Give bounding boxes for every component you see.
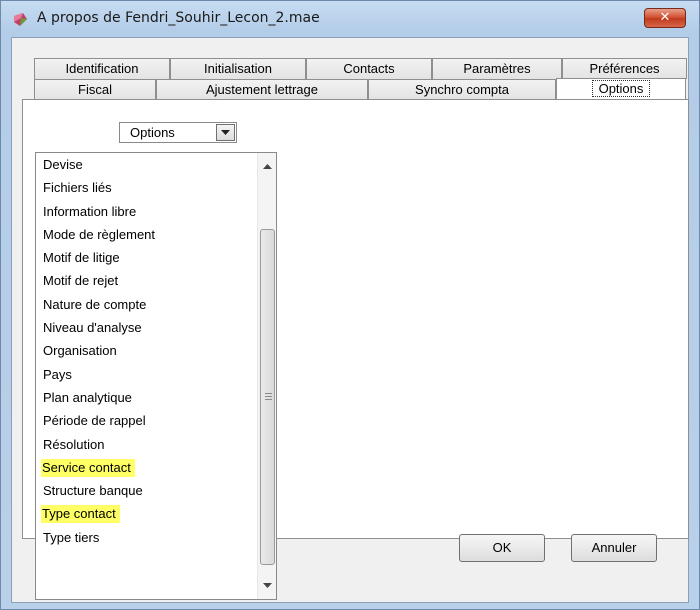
tab-options-label: Options (591, 80, 651, 97)
ok-button[interactable]: OK (459, 534, 545, 562)
scroll-up-icon[interactable] (263, 163, 272, 169)
about-dialog-window: A propos de Fendri_Souhir_Lecon_2.mae ✕ … (0, 0, 700, 610)
tab-synchro-compta[interactable]: Synchro compta (368, 79, 556, 100)
list-item-label: Motif de litige (43, 250, 120, 266)
list-item[interactable]: Motif de litige (36, 246, 258, 269)
tab-parametres[interactable]: Paramètres (432, 58, 562, 79)
list-item[interactable]: Fichiers liés (36, 176, 258, 199)
list-item[interactable]: Nature de compte (36, 293, 258, 316)
list-item-label: Service contact (41, 458, 135, 477)
list-item[interactable]: Devise (36, 153, 258, 176)
list-item[interactable]: Type contact (36, 502, 258, 525)
list-item[interactable]: Période de rappel (36, 409, 258, 432)
app-icon (14, 13, 27, 26)
options-dropdown[interactable]: Options (119, 122, 237, 143)
chevron-down-icon (221, 130, 230, 135)
list-item[interactable]: Organisation (36, 339, 258, 362)
list-item-label: Information libre (43, 203, 137, 219)
vertical-scrollbar[interactable] (257, 153, 276, 599)
options-list: Devise Fichiers liés Information libre Mode… (36, 153, 258, 549)
list-item-label: Niveau d'analyse (43, 320, 142, 336)
list-item-label: Type tiers (43, 529, 100, 545)
list-item[interactable]: Niveau d'analyse (36, 316, 258, 339)
title-bar[interactable]: A propos de Fendri_Souhir_Lecon_2.mae ✕ (1, 1, 699, 37)
tab-identification[interactable]: Identification (34, 58, 170, 79)
options-tab-panel: Options Devise Fichiers liés Information l… (22, 99, 689, 600)
close-icon: ✕ (659, 10, 671, 25)
tab-options[interactable]: Options (556, 78, 686, 101)
list-item-label: Résolution (43, 436, 105, 452)
options-dropdown-value: Options (130, 125, 175, 140)
scroll-down-icon[interactable] (263, 583, 272, 589)
scroll-grip-icon (265, 393, 272, 402)
list-item[interactable]: Information libre (36, 200, 258, 223)
window-title: A propos de Fendri_Souhir_Lecon_2.mae (37, 10, 320, 26)
list-item[interactable]: Résolution (36, 433, 258, 456)
close-button[interactable]: ✕ (644, 8, 686, 28)
list-item-label: Mode de règlement (43, 226, 156, 242)
options-listbox[interactable]: Devise Fichiers liés Information libre Mode… (35, 152, 277, 600)
list-item[interactable]: Mode de règlement (36, 223, 258, 246)
list-item-label: Organisation (43, 343, 117, 359)
dropdown-button[interactable] (216, 124, 235, 141)
list-item-label: Période de rappel (43, 413, 146, 429)
tab-initialisation[interactable]: Initialisation (170, 58, 306, 79)
list-item-label: Type contact (41, 505, 120, 524)
list-item-label: Motif de rejet (43, 273, 119, 289)
tab-preferences[interactable]: Préférences (562, 58, 687, 79)
scrollbar-thumb[interactable] (260, 229, 275, 565)
list-item[interactable]: Plan analytique (36, 386, 258, 409)
list-item-label: Plan analytique (43, 389, 132, 405)
list-item[interactable]: Service contact (36, 456, 258, 479)
list-item[interactable]: Structure banque (36, 479, 258, 502)
list-item-label: Devise (43, 157, 83, 172)
list-item-label: Structure banque (43, 483, 143, 499)
list-item-label: Nature de compte (43, 296, 147, 312)
list-item[interactable]: Pays (36, 363, 258, 386)
tab-contacts[interactable]: Contacts (306, 58, 432, 79)
list-item[interactable]: Type tiers (36, 526, 258, 549)
list-item-label: Pays (43, 366, 72, 382)
tab-fiscal[interactable]: Fiscal (34, 79, 156, 100)
cancel-button[interactable]: Annuler (571, 534, 657, 562)
list-item[interactable]: Motif de rejet (36, 269, 258, 292)
list-item-label: Fichiers liés (43, 180, 112, 196)
tab-ajustement-lettrage[interactable]: Ajustement lettrage (156, 79, 368, 100)
